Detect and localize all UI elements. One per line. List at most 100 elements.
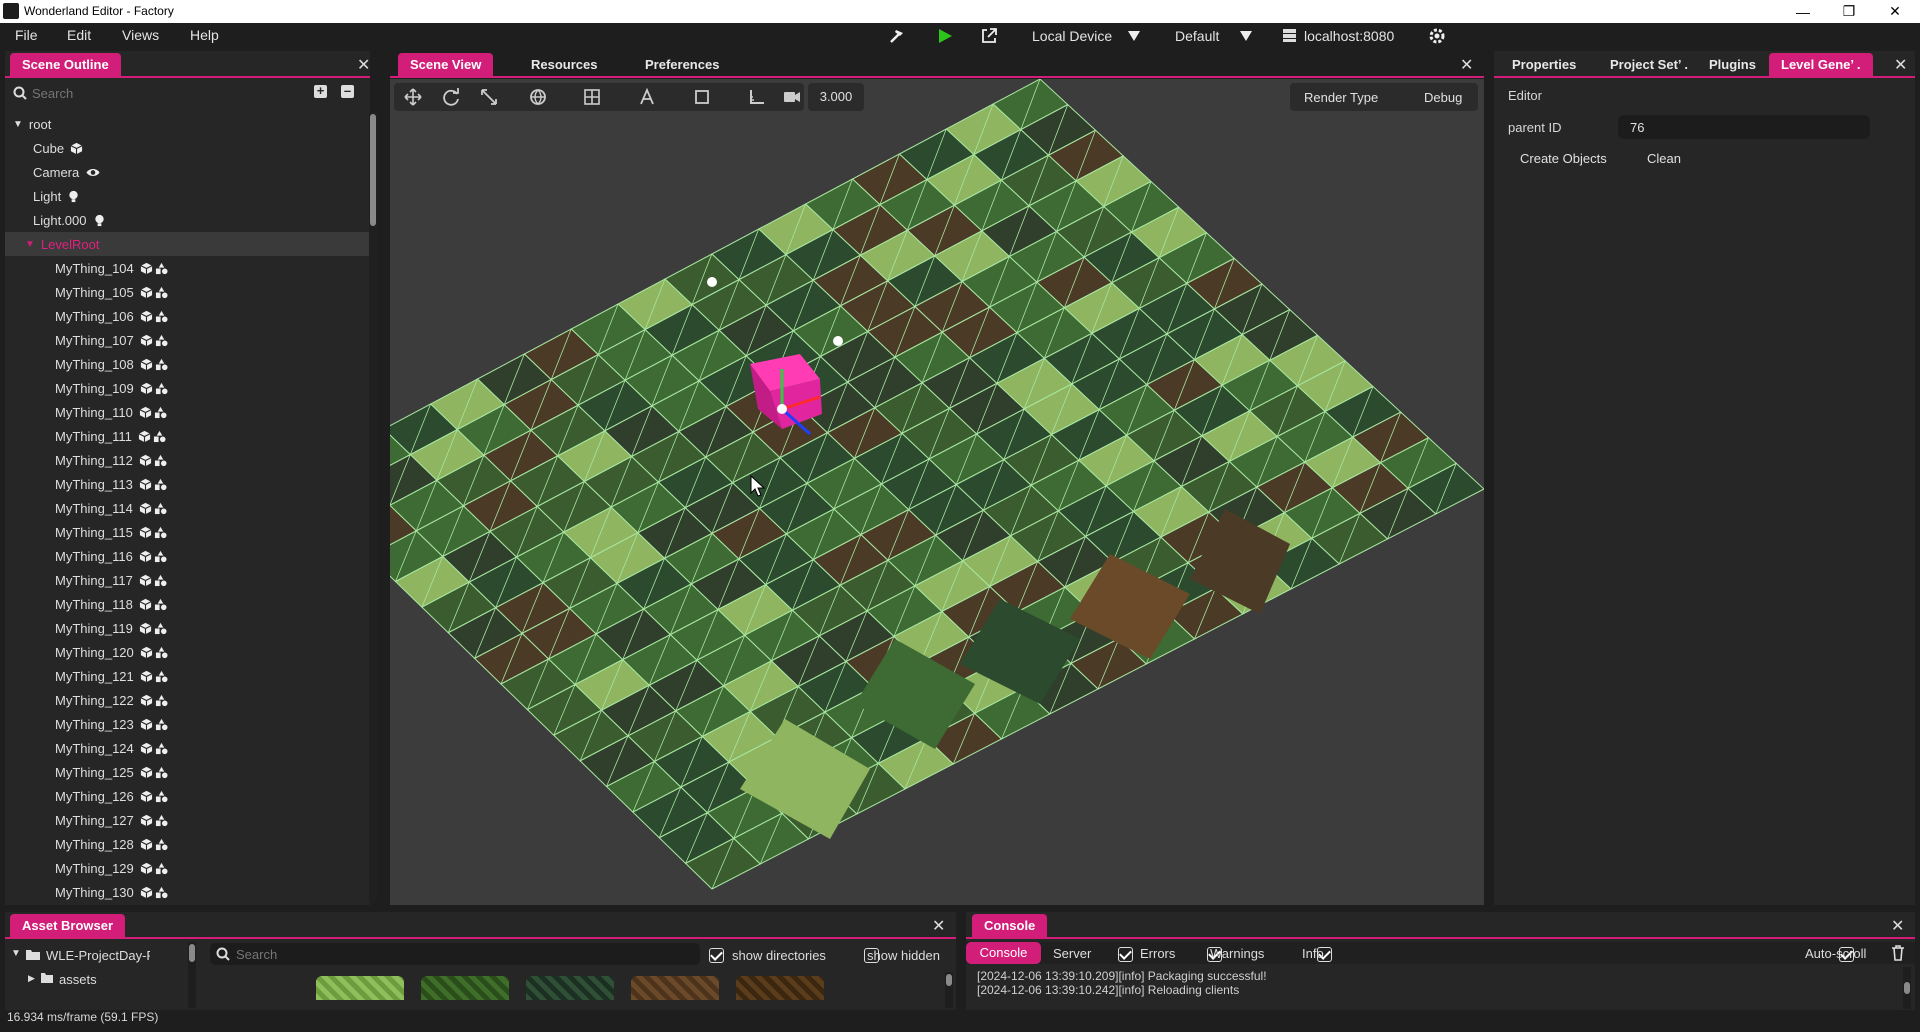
outline-row[interactable]: Cube (5, 136, 370, 160)
tab-plugins[interactable]: Plugins (1709, 57, 1756, 72)
outline-row[interactable]: MyThing_110 (5, 400, 370, 424)
outline-row[interactable]: MyThing_115 (5, 520, 370, 544)
outline-row[interactable]: MyThing_105 (5, 280, 370, 304)
outline-row[interactable]: MyThing_124 (5, 736, 370, 760)
outline-row[interactable]: MyThing_126 (5, 784, 370, 808)
scale-tool-icon[interactable] (478, 86, 500, 108)
outline-row[interactable]: MyThing_130 (5, 880, 370, 904)
outline-scrollbar-track[interactable] (369, 112, 377, 902)
create-objects-button[interactable]: Create Objects (1520, 151, 1607, 166)
outline-row[interactable]: MyThing_104 (5, 256, 370, 280)
tab-preferences[interactable]: Preferences (645, 57, 719, 72)
expand-assets-folder-icon[interactable]: ▶ (28, 973, 35, 984)
menu-help[interactable]: Help (190, 27, 219, 43)
outline-row[interactable]: MyThing_112 (5, 448, 370, 472)
asset-thumb-dirt[interactable] (631, 976, 719, 1000)
outline-row[interactable]: MyThing_118 (5, 592, 370, 616)
outline-row[interactable]: MyThing_128 (5, 832, 370, 856)
close-window-icon[interactable]: ✕ (1872, 0, 1918, 23)
asset-thumb-grass-light[interactable] (316, 976, 404, 1000)
outline-row[interactable]: MyThing_113 (5, 472, 370, 496)
menu-views[interactable]: Views (122, 27, 159, 43)
render-type-button[interactable]: Render Type (1304, 90, 1378, 105)
profile-select[interactable]: Default (1175, 28, 1219, 44)
asset-thumb-grass-dark[interactable] (421, 976, 509, 1000)
asset-search-input[interactable] (236, 945, 686, 963)
clean-button[interactable]: Clean (1647, 151, 1681, 166)
close-scene-view-icon[interactable]: ✕ (1460, 55, 1473, 75)
expand-all-icon[interactable]: + (314, 84, 327, 98)
tab-resources[interactable]: Resources (531, 57, 597, 72)
open-external-icon[interactable] (980, 27, 998, 45)
close-level-generator-icon[interactable]: ✕ (1894, 55, 1907, 75)
asset-thumb-ore[interactable] (736, 976, 824, 1000)
show-directories-checkbox[interactable] (709, 948, 724, 964)
global-space-icon[interactable] (527, 86, 549, 108)
outline-row[interactable]: MyThing_120 (5, 640, 370, 664)
scene-render[interactable] (390, 79, 1484, 905)
device-select[interactable]: Local Device (1032, 28, 1112, 44)
asset-thumb-leaves[interactable] (526, 976, 614, 1000)
folder-scrollbar-thumb[interactable] (189, 944, 195, 962)
debug-button[interactable]: Debug (1424, 90, 1462, 105)
outline-row[interactable]: ▼ LevelRoot (5, 232, 370, 256)
minimize-icon[interactable]: — (1780, 0, 1826, 23)
tab-scene-outline[interactable]: Scene Outline (10, 53, 121, 76)
build-hammer-icon[interactable] (888, 27, 906, 45)
outline-row[interactable]: MyThing_125 (5, 760, 370, 784)
assets-folder[interactable]: assets (59, 972, 97, 987)
profile-dropdown-icon[interactable] (1240, 31, 1252, 41)
asset-scrollbar-thumb[interactable] (946, 974, 952, 986)
expand-root-folder-icon[interactable]: ▼ (11, 948, 21, 959)
outline-scrollbar-thumb[interactable] (370, 114, 376, 226)
console-scrollbar-thumb[interactable] (1904, 982, 1910, 994)
parent-id-field[interactable]: 76 (1618, 115, 1870, 139)
outline-row[interactable]: MyThing_121 (5, 664, 370, 688)
outline-row[interactable]: MyThing_123 (5, 712, 370, 736)
outline-row[interactable]: MyThing_122 (5, 688, 370, 712)
asset-root-folder[interactable]: WLE-ProjectDay-Facto (46, 948, 150, 963)
console-subtab-server[interactable]: Server (1053, 946, 1091, 961)
tab-properties[interactable]: Properties (1512, 57, 1576, 72)
move-tool-icon[interactable] (402, 86, 424, 108)
scene-viewport[interactable]: 3.000 Render Type Debug (390, 79, 1484, 905)
expand-levelroot-icon[interactable]: ▼ (25, 239, 35, 250)
camera-speed-value[interactable]: 3.000 (808, 83, 864, 111)
outline-row[interactable]: MyThing_129 (5, 856, 370, 880)
outline-row[interactable]: MyThing_114 (5, 496, 370, 520)
outline-row[interactable]: MyThing_109 (5, 376, 370, 400)
console-subtab-console[interactable]: Console (966, 942, 1041, 964)
tab-asset-browser[interactable]: Asset Browser (10, 914, 126, 937)
collapse-all-icon[interactable]: – (341, 84, 354, 98)
tab-console[interactable]: Console (972, 914, 1048, 937)
menu-file[interactable]: File (15, 27, 38, 43)
close-scene-outline-icon[interactable]: ✕ (357, 55, 370, 75)
outline-row[interactable]: MyThing_107 (5, 328, 370, 352)
restore-icon[interactable]: ❐ (1826, 0, 1872, 23)
outline-row[interactable]: MyThing_106 (5, 304, 370, 328)
outline-row[interactable]: Camera (5, 160, 370, 184)
outline-row[interactable]: MyThing_127 (5, 808, 370, 832)
close-asset-browser-icon[interactable]: ✕ (932, 916, 945, 936)
snap-tool-icon[interactable] (636, 86, 658, 108)
outline-search-input[interactable] (32, 84, 292, 102)
play-icon[interactable] (936, 27, 954, 45)
outline-row[interactable]: Light.000 (5, 208, 370, 232)
rotate-tool-icon[interactable] (440, 86, 462, 108)
outline-row[interactable]: MyThing_119 (5, 616, 370, 640)
ruler-icon[interactable] (746, 86, 768, 108)
outline-row[interactable]: Light (5, 184, 370, 208)
close-console-icon[interactable]: ✕ (1891, 916, 1904, 936)
outline-row[interactable]: MyThing_117 (5, 568, 370, 592)
outline-row[interactable]: MyThing_116 (5, 544, 370, 568)
errors-checkbox[interactable] (1118, 947, 1133, 963)
tab-level-generator[interactable]: Level Gene’ . (1769, 53, 1873, 76)
device-dropdown-icon[interactable] (1128, 31, 1140, 41)
bounds-tool-icon[interactable] (691, 86, 713, 108)
expand-root-icon[interactable]: ▼ (13, 119, 23, 130)
grid-toggle-icon[interactable] (581, 86, 603, 108)
outline-row[interactable]: ▼ root (5, 112, 370, 136)
settings-gear-icon[interactable] (1427, 26, 1447, 46)
clear-console-trash-icon[interactable] (1891, 945, 1905, 961)
tab-scene-view[interactable]: Scene View (398, 53, 494, 76)
